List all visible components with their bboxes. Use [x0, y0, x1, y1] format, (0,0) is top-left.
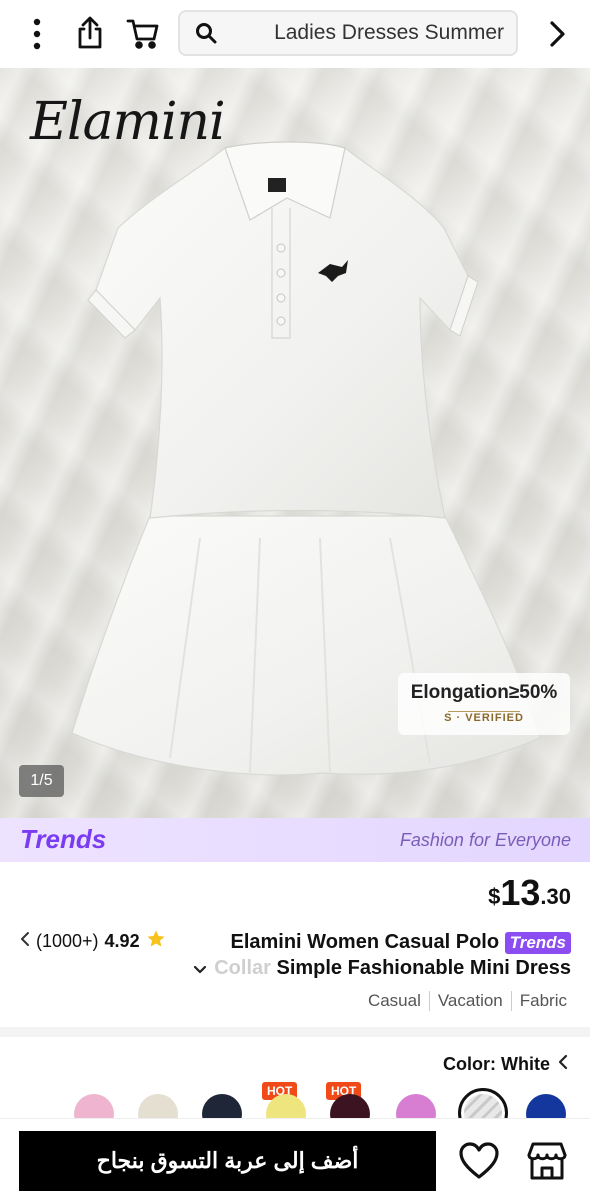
review-count: (1000+) [36, 931, 99, 951]
price-cents: .30 [540, 884, 571, 909]
trends-badge: Trends [504, 932, 571, 954]
product-price: $ 13 .30 [488, 872, 571, 914]
product-title-faded: Collar [214, 957, 271, 979]
trends-tagline: Fashion for Everyone [399, 830, 571, 850]
star-icon [146, 929, 166, 954]
elongation-badge: Elongation≥50% S · VERIFIED [398, 673, 570, 735]
brand-logo: Elamini [30, 92, 226, 152]
add-to-cart-button[interactable]: أضف إلى عربة التسوق بنجاح [19, 1131, 436, 1191]
price-whole: 13 [500, 872, 541, 913]
search-input[interactable]: Ladies Dresses Summer [178, 10, 518, 56]
product-title-line1: Elamini Women Casual Polo Trends [201, 928, 571, 957]
product-tags: Casual Vacation Fabric [360, 991, 575, 1011]
section-divider [0, 1027, 590, 1037]
tag-fabric[interactable]: Fabric [510, 991, 575, 1011]
share-icon[interactable] [72, 14, 108, 52]
color-swatches: HOT HOT [70, 1082, 590, 1138]
product-image-gallery[interactable]: Elamini Elongation≥50% S · VERIFIED 1/5 [0, 68, 590, 818]
bottom-action-bar: أضف إلى عربة التسوق بنجاح [0, 1118, 590, 1200]
rating-summary[interactable]: (1000+) 4.92 [20, 929, 166, 954]
heart-icon[interactable] [455, 1137, 503, 1185]
cart-icon[interactable] [124, 15, 162, 53]
product-title: Elamini Women Casual Polo [230, 931, 500, 953]
elongation-title: Elongation≥50% [410, 682, 558, 703]
trends-logo: Trends [20, 824, 107, 854]
image-counter: 1/5 [19, 765, 64, 797]
rating-value: 4.92 [104, 931, 140, 951]
chevron-left-icon [558, 1054, 568, 1075]
chevron-left-icon [20, 931, 30, 952]
tag-casual[interactable]: Casual [360, 991, 429, 1011]
color-selector-header[interactable]: Color: White [443, 1054, 568, 1075]
product-title-line2: Collar Simple Fashionable Mini Dress [181, 957, 571, 980]
price-currency: $ [488, 884, 501, 909]
chevron-right-icon[interactable] [540, 16, 574, 52]
search-query-text: Ladies Dresses Summer [274, 21, 504, 44]
trends-banner[interactable]: Trends Fashion for Everyone [0, 818, 590, 862]
store-icon[interactable] [522, 1137, 572, 1185]
verified-label: S · VERIFIED [444, 712, 524, 724]
product-title-rest: Simple Fashionable Mini Dress [270, 957, 571, 979]
top-bar: Ladies Dresses Summer [0, 0, 590, 68]
more-vertical-icon[interactable] [22, 16, 52, 52]
search-icon [194, 21, 218, 45]
tag-vacation[interactable]: Vacation [428, 991, 511, 1011]
color-label: Color: White [443, 1054, 550, 1074]
badge-divider [448, 711, 520, 712]
